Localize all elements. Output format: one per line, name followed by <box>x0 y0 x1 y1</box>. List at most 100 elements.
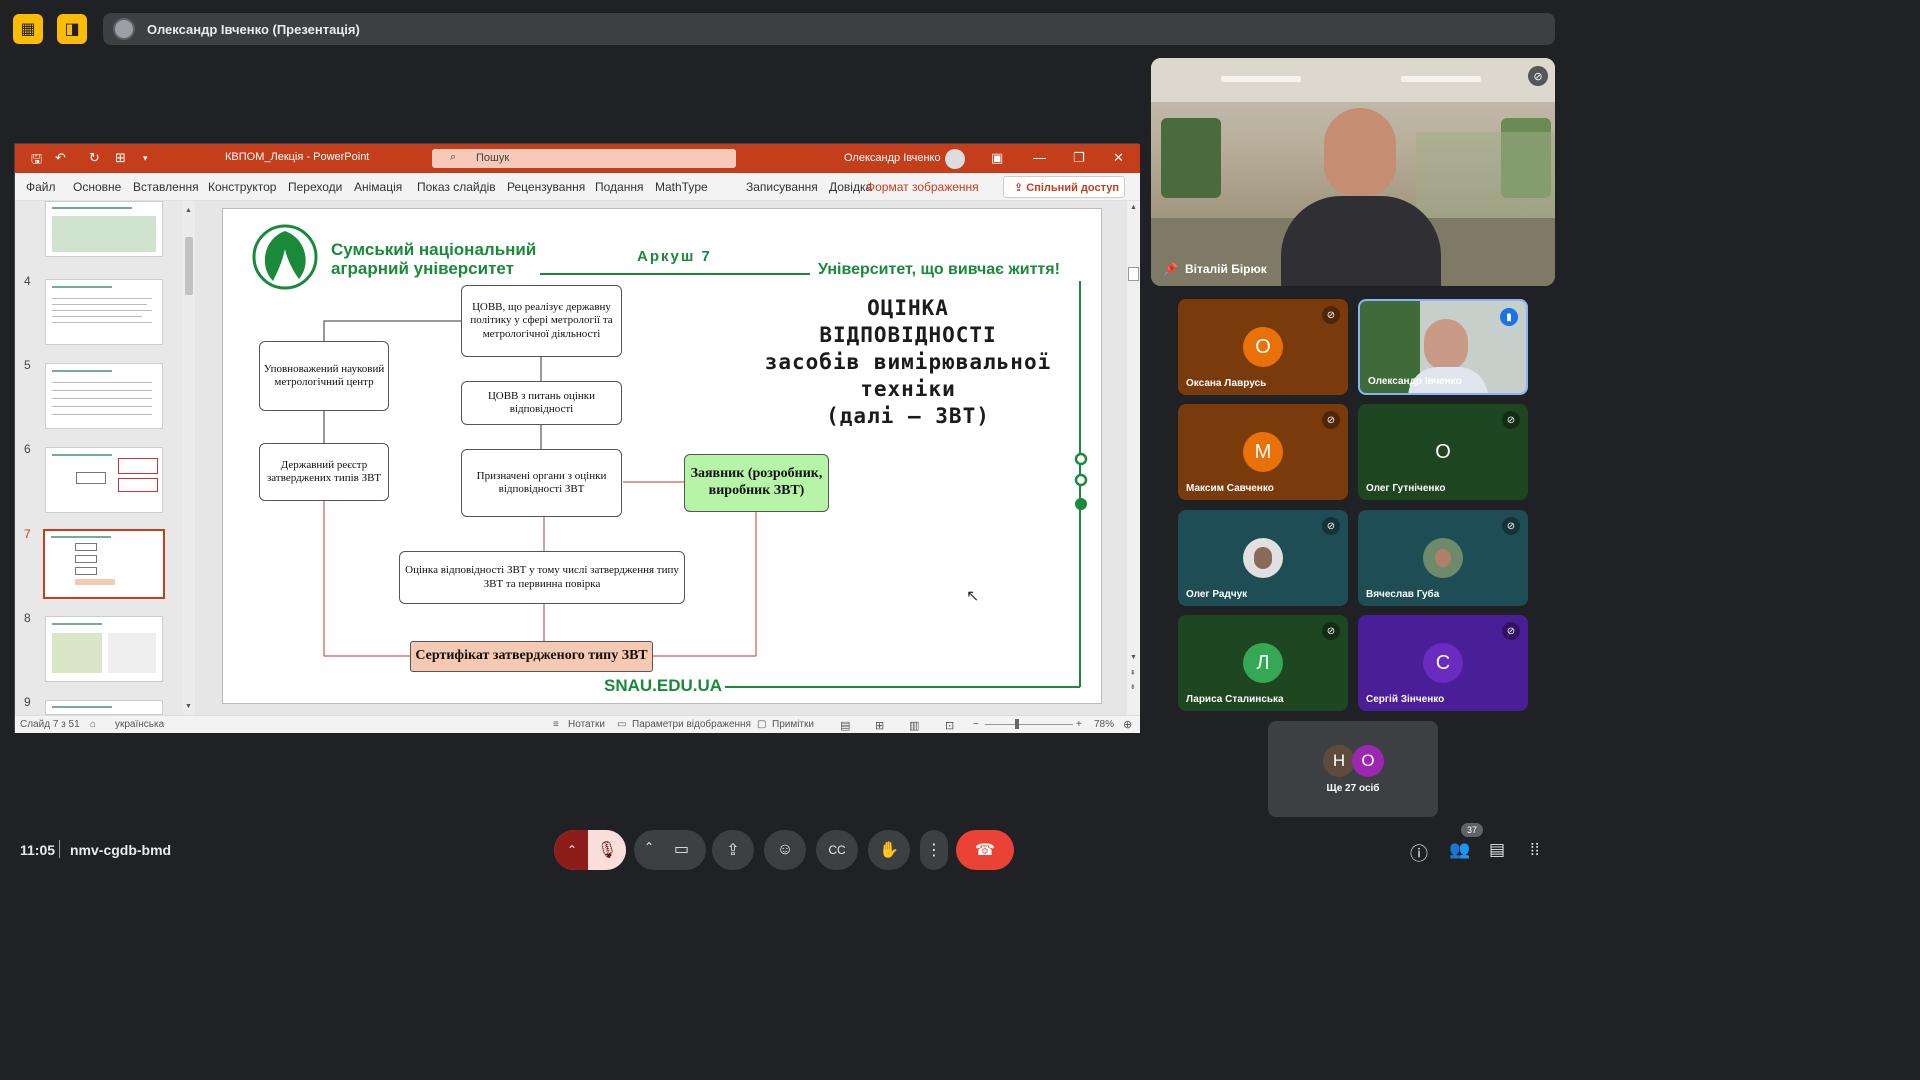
ppt-window-title: КВПОМ_Лекція - PowerPoint <box>225 151 370 163</box>
tab-file[interactable]: Файл <box>26 180 56 194</box>
meeting-info-icon[interactable]: ⓘ <box>1410 840 1428 866</box>
scroll-up-icon[interactable]: ▲ <box>185 207 192 214</box>
tab-slideshow[interactable]: Показ слайдів <box>417 180 496 194</box>
zoom-out-icon[interactable]: − <box>973 719 979 730</box>
tab-mathtype[interactable]: MathType <box>655 180 708 194</box>
chat-icon[interactable]: ▤ <box>1489 840 1505 860</box>
zoom-in-icon[interactable]: + <box>1076 719 1082 730</box>
zoom-level[interactable]: 78% <box>1094 719 1114 730</box>
ppt-search-input[interactable]: ⌕ Пошук <box>432 149 736 168</box>
slide-thumbnail[interactable] <box>45 447 163 513</box>
more-participants-tile[interactable]: Н О Ще 27 осіб <box>1268 721 1438 817</box>
emoji-button[interactable]: ☺ <box>764 830 806 870</box>
camera-button[interactable]: ▭ <box>674 839 689 859</box>
main-speaker-video[interactable]: ⊘ 📌 Віталій Бірюк <box>1151 58 1555 286</box>
notes-icon[interactable]: ≡ <box>553 719 559 730</box>
tab-home[interactable]: Основне <box>73 180 121 194</box>
participant-name: Лариса Сталинська <box>1186 694 1284 705</box>
search-placeholder: Пошук <box>476 152 510 164</box>
scrollbar-thumb[interactable] <box>1128 267 1139 281</box>
participant-tile[interactable]: С ⊘ Сергій Зінченко <box>1358 615 1528 711</box>
slide-thumbnail[interactable] <box>45 616 163 682</box>
share-label: Спільний доступ <box>1026 182 1119 194</box>
comments-button[interactable]: Примітки <box>772 719 814 730</box>
tab-design[interactable]: Конструктор <box>208 180 276 194</box>
fit-to-window-icon[interactable]: ⊕ <box>1123 718 1132 731</box>
scroll-down-icon[interactable]: ▼ <box>1130 654 1137 661</box>
present-icon[interactable]: ⊞ <box>115 150 126 166</box>
camera-options-chevron-icon[interactable]: ⌃ <box>644 840 654 854</box>
participant-tile[interactable]: ⊘ Олег Радчук <box>1178 510 1348 606</box>
more-options-button[interactable]: ⋮ <box>920 830 948 870</box>
captions-button[interactable]: CC <box>816 830 858 870</box>
language-label[interactable]: українська <box>115 719 164 730</box>
restore-icon[interactable]: ❐ <box>1073 150 1085 166</box>
tab-review[interactable]: Рецензування <box>507 180 585 194</box>
mic-options-chevron-icon[interactable]: ⌃ <box>554 830 590 870</box>
layout-icon[interactable]: ◨ <box>57 14 87 44</box>
main-speaker-pin-icon[interactable]: 📌 <box>1163 262 1178 276</box>
university-website[interactable]: SNAU.EDU.UA <box>604 676 722 696</box>
tab-transitions[interactable]: Переходи <box>288 180 342 194</box>
next-slide-icon[interactable]: ⇟ <box>1130 683 1136 691</box>
heading-line: ВІДПОВІДНОСТІ <box>819 323 997 347</box>
slide-thumbnail[interactable] <box>45 363 163 429</box>
save-icon[interactable]: 🖫 <box>31 150 42 172</box>
comments-icon[interactable]: ▢ <box>757 719 766 730</box>
participant-tile-active[interactable]: ▮ Олександр Івченко <box>1358 299 1528 395</box>
presentation-icon[interactable]: ▦ <box>13 14 43 44</box>
participant-tile[interactable]: М ⊘ Максим Савченко <box>1178 404 1348 500</box>
tab-recording[interactable]: Записування <box>746 180 818 194</box>
slide-scrollbar[interactable]: ▲ ▼ ⇞ ⇟ <box>1127 201 1140 715</box>
display-settings-button[interactable]: Параметри відображення <box>632 719 751 730</box>
slide-thumbnail[interactable] <box>45 700 163 715</box>
slide-thumbnails-panel[interactable]: 4 5 6 7 8 9 <box>15 201 195 715</box>
slide-thumbnail[interactable] <box>45 279 163 345</box>
raise-hand-button[interactable]: ✋ <box>868 830 910 870</box>
participant-name: Вячеслав Губа <box>1366 589 1440 600</box>
thumbnails-scrollbar[interactable]: ▲ ▼ <box>183 201 195 715</box>
participant-tile[interactable]: Л ⊘ Лариса Сталинська <box>1178 615 1348 711</box>
tab-picture-format[interactable]: Формат зображення <box>866 180 979 194</box>
tab-insert[interactable]: Вставлення <box>133 180 199 194</box>
avatar: О <box>1423 432 1463 472</box>
spellcheck-icon[interactable]: ⌂ <box>90 719 96 730</box>
present-screen-button[interactable]: ⇪ <box>712 830 754 870</box>
sheet-number: Аркуш 7 <box>637 248 712 265</box>
display-settings-icon[interactable]: ▭ <box>617 719 626 730</box>
tab-view[interactable]: Подання <box>595 180 643 194</box>
activities-icon[interactable]: ⁞⁞ <box>1530 840 1539 860</box>
minimize-icon[interactable]: — <box>1033 150 1046 165</box>
scroll-down-icon[interactable]: ▼ <box>185 703 192 710</box>
share-button[interactable]: ⇪ Спільний доступ <box>1003 176 1125 198</box>
previous-slide-icon[interactable]: ⇞ <box>1130 669 1136 677</box>
leave-call-button[interactable]: ☎ <box>956 830 1014 870</box>
customize-icon[interactable]: ▾ <box>143 153 148 164</box>
people-icon[interactable]: 👥 <box>1449 840 1470 860</box>
participant-tile[interactable]: ⊘ Вячеслав Губа <box>1358 510 1528 606</box>
participant-tile[interactable]: О ⊘ Оксана Лаврусь <box>1178 299 1348 395</box>
slide-thumbnail[interactable] <box>45 201 163 257</box>
undo-icon[interactable]: ↶ <box>55 150 66 166</box>
zoom-slider[interactable] <box>985 724 1073 725</box>
tab-animation[interactable]: Анімація <box>354 180 402 194</box>
slide-thumbnail-selected[interactable] <box>43 529 165 599</box>
university-name-line2: аграрний університет <box>331 258 514 278</box>
ribbon-display-icon[interactable]: ▣ <box>991 150 1003 166</box>
slideshow-icon[interactable]: ⊡ <box>945 719 954 732</box>
current-slide[interactable]: Сумський національний аграрний університ… <box>222 208 1102 704</box>
slide-sorter-icon[interactable]: ⊞ <box>875 719 884 732</box>
reading-view-icon[interactable]: ▥ <box>909 719 919 732</box>
normal-view-icon[interactable]: ▤ <box>840 719 850 732</box>
zoom-slider-thumb[interactable] <box>1015 719 1019 729</box>
mic-off-button[interactable]: 🎙 <box>588 830 626 870</box>
scrollbar-thumb[interactable] <box>185 237 193 295</box>
participant-tile[interactable]: О ⊘ Олег Гутніченко <box>1358 404 1528 500</box>
presenter-pill[interactable]: Олександр Івченко (Презентація) <box>103 13 1555 45</box>
scroll-up-icon[interactable]: ▲ <box>1130 204 1137 211</box>
user-avatar[interactable] <box>945 149 965 169</box>
close-icon[interactable]: ✕ <box>1113 150 1124 166</box>
notes-button[interactable]: Нотатки <box>568 719 605 730</box>
ppt-user-name[interactable]: Олександр Івченко <box>844 152 941 164</box>
redo-icon[interactable]: ↻ <box>89 150 100 166</box>
